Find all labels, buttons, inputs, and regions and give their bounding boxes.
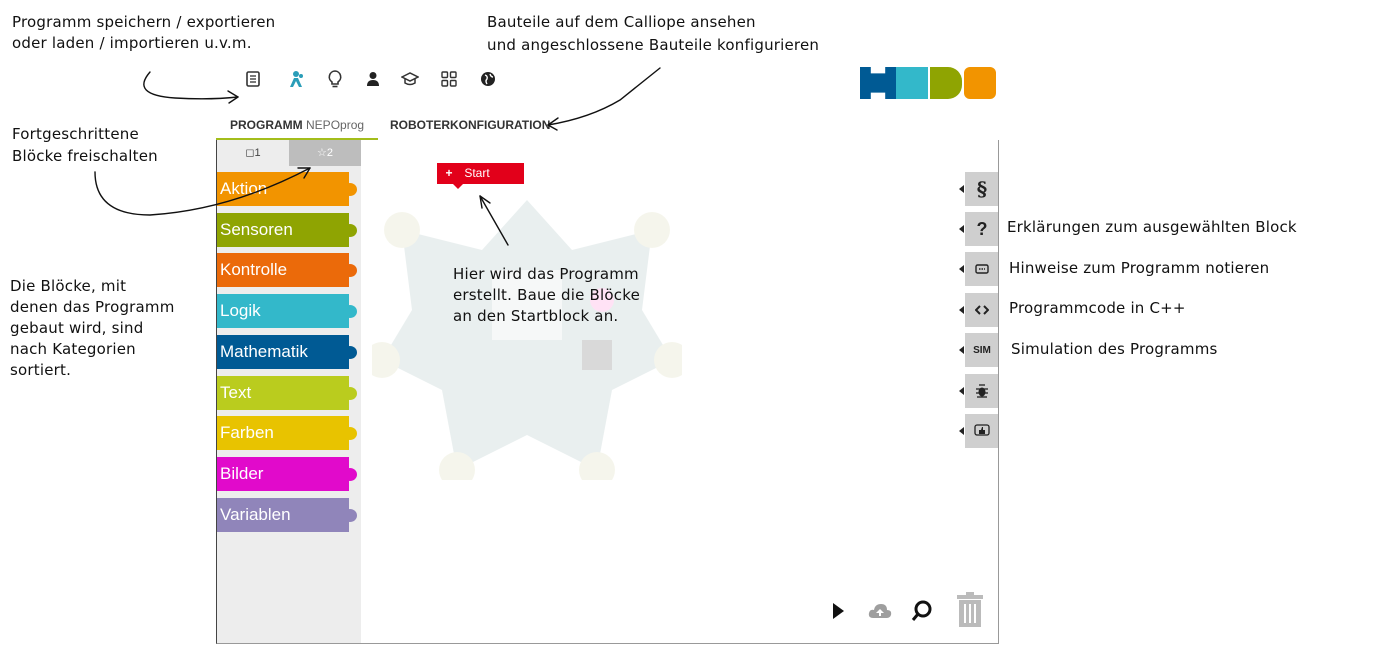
tab-robot-configuration[interactable]: ROBOTERKONFIGURATION — [376, 112, 564, 138]
tab-program-label: PROGRAMM — [230, 118, 303, 132]
annotation-advanced-line1: Fortgeschrittene — [12, 125, 139, 143]
user-icon[interactable] — [360, 66, 386, 92]
annotation-config-line2: und angeschlossene Bauteile konfiguriere… — [487, 36, 820, 54]
annotation-blocks-line: sortiert. — [10, 361, 72, 379]
gallery-icon[interactable] — [436, 66, 462, 92]
start-block-label: Start — [464, 166, 490, 180]
nepo-logo — [860, 67, 996, 99]
code-icon[interactable] — [959, 293, 998, 327]
calliope-board-watermark — [372, 200, 682, 480]
annotation-advanced-line2: Blöcke freischalten — [12, 147, 158, 165]
paragraph-icon[interactable]: § — [959, 172, 998, 206]
debug-icon[interactable] — [959, 374, 998, 408]
comment-icon[interactable] — [959, 252, 998, 286]
toolbar — [216, 54, 999, 108]
feedback-icon[interactable] — [959, 414, 998, 448]
start-block[interactable]: + Start — [437, 163, 524, 189]
annotation-blocks-line: nach Kategorien — [10, 340, 136, 358]
trash-icon[interactable] — [952, 590, 988, 630]
level-2-tab[interactable]: ☆2 — [289, 140, 361, 166]
category-farben[interactable]: Farben — [217, 416, 357, 451]
level-1-tab[interactable]: ◻1 — [217, 140, 289, 166]
annotation-save-line2: oder laden / importieren u.v.m. — [12, 34, 252, 52]
annotation-save-line1: Programm speichern / exportieren — [12, 13, 276, 31]
program-icon[interactable] — [240, 66, 266, 92]
annotation-program-line: an den Startblock an. — [453, 307, 619, 325]
lightbulb-icon[interactable] — [322, 66, 348, 92]
app-window: PROGRAMM NEPOprog ROBOTERKONFIGURATION ◻… — [216, 54, 999, 644]
category-mathematik[interactable]: Mathematik — [217, 334, 357, 369]
annotation-help: Erklärungen zum ausgewählten Block — [1007, 218, 1297, 236]
robot-icon[interactable] — [283, 66, 309, 92]
category-sensoren[interactable]: Sensoren — [217, 212, 357, 247]
annotation-program-line: Hier wird das Programm — [453, 265, 639, 283]
category-kontrolle[interactable]: Kontrolle — [217, 253, 357, 288]
language-icon[interactable] — [475, 66, 501, 92]
annotation-code: Programmcode in C++ — [1009, 299, 1186, 317]
sim-icon[interactable]: SIM — [959, 333, 998, 367]
level-tabs: ◻1 ☆2 — [217, 140, 361, 166]
blockly-workspace[interactable]: ◻1 ☆2 Aktion Sensoren Kontrolle Logik Mathem… — [216, 140, 999, 644]
start-block-plus[interactable]: + — [437, 163, 461, 184]
annotation-config-line1: Bauteile auf dem Calliope ansehen — [487, 13, 756, 31]
upload-cloud-icon[interactable] — [865, 596, 895, 626]
category-text[interactable]: Text — [217, 375, 357, 410]
annotation-blocks-line: Die Blöcke, mit — [10, 277, 127, 295]
annotation-notes: Hinweise zum Programm notieren — [1009, 259, 1270, 277]
tab-bar: PROGRAMM NEPOprog ROBOTERKONFIGURATION — [216, 112, 999, 141]
annotation-blocks-line: denen das Programm — [10, 298, 175, 316]
tab-program-name: NEPOprog — [306, 118, 365, 132]
run-icon[interactable] — [823, 596, 853, 626]
help-icon[interactable]: ? — [959, 212, 998, 246]
category-logik[interactable]: Logik — [217, 294, 357, 329]
category-variablen[interactable]: Variablen — [217, 497, 357, 532]
annotation-sim: Simulation des Programms — [1011, 340, 1218, 358]
tab-program[interactable]: PROGRAMM NEPOprog — [216, 112, 379, 141]
category-bilder[interactable]: Bilder — [217, 456, 357, 491]
category-aktion[interactable]: Aktion — [217, 172, 357, 206]
education-icon[interactable] — [397, 66, 423, 92]
annotation-blocks-line: gebaut wird, sind — [10, 319, 144, 337]
zoom-icon[interactable] — [907, 596, 937, 626]
annotation-program-line: erstellt. Baue die Blöcke — [453, 286, 641, 304]
block-palette: ◻1 ☆2 Aktion Sensoren Kontrolle Logik Mathem… — [217, 140, 361, 643]
